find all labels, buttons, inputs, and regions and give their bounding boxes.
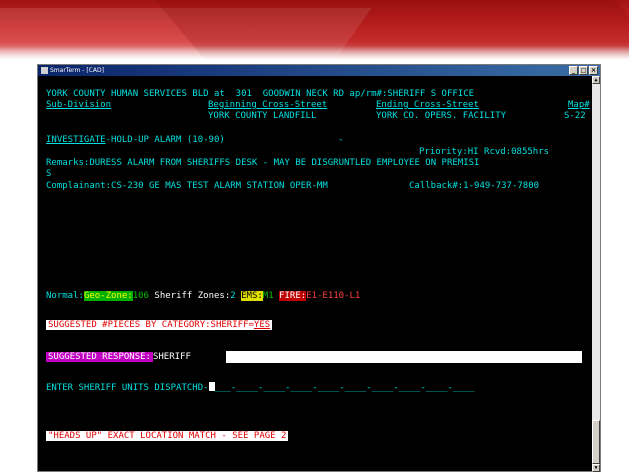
- investigate-link[interactable]: INVESTIGATE: [46, 135, 106, 145]
- suggested-response-line: SUGGESTED RESPONSE: SHERIFF: [46, 352, 191, 363]
- suggested-pieces-label: SUGGESTED #PIECES BY CATEGORY:SHERIFF=: [48, 320, 254, 330]
- remarks-line: Remarks:DURESS ALARM FROM SHERIFFS DESK …: [46, 158, 480, 168]
- minimize-button[interactable]: _: [569, 66, 578, 75]
- call-type-text: -HOLD-UP ALARM (10-90): [105, 135, 225, 145]
- callback-number: Callback#:1-949-737-7800: [409, 181, 540, 191]
- suggested-response-field[interactable]: [226, 351, 582, 363]
- vertical-scrollbar[interactable]: ▲ ▼: [592, 76, 600, 472]
- maximize-button[interactable]: □: [579, 66, 588, 75]
- window-title: SmarTerm - [CAD]: [50, 67, 104, 74]
- geo-zone-label: Geo-Zone:: [83, 291, 133, 301]
- unit-slots-input[interactable]: ___-____-____-____-____-____-____-____-_…: [215, 383, 475, 393]
- map-label: Map#: [568, 100, 590, 110]
- beginning-cross-label: Beginning Cross-Street: [208, 100, 328, 110]
- complainant-line: Complainant:CS-230 GE MAS TEST ALARM STA…: [46, 181, 328, 191]
- map-value: S-22: [564, 111, 586, 121]
- slide-banner: [0, 0, 629, 60]
- cross-street-header: Sub-Division: [46, 100, 111, 111]
- suggested-pieces-value: YES: [253, 320, 271, 330]
- suggested-response-value: SHERIFF: [152, 352, 191, 362]
- subdivision-label: Sub-Division: [46, 100, 112, 110]
- fire-value: E1-E110-L1: [306, 291, 361, 301]
- title-bar[interactable]: SmarTerm - [CAD] _ □ ×: [38, 65, 600, 76]
- sheriff-zones-value: 2: [230, 291, 236, 301]
- terminal-window: SmarTerm - [CAD] _ □ × YORK COUNTY HUMAN…: [37, 64, 601, 472]
- close-button[interactable]: ×: [589, 66, 598, 75]
- ending-cross-label: Ending Cross-Street: [376, 100, 479, 110]
- ems-value: M1: [262, 291, 274, 301]
- geo-zone-value: 106: [132, 291, 149, 301]
- address-line: YORK COUNTY HUMAN SERVICES BLD at 301 GO…: [46, 89, 475, 99]
- enter-units-label: ENTER SHERIFF UNITS DISPATCHD-: [46, 383, 209, 393]
- banner-fade: [0, 46, 629, 60]
- heads-up-line: "HEADS UP" EXACT LOCATION MATCH - SEE PA…: [46, 431, 289, 442]
- enter-units-line: ENTER SHERIFF UNITS DISPATCHD- ___-____-_…: [46, 382, 475, 394]
- scroll-thumb[interactable]: [592, 420, 600, 464]
- suggested-pieces-line: SUGGESTED #PIECES BY CATEGORY:SHERIFF=YE…: [46, 320, 273, 331]
- window-controls: _ □ ×: [569, 66, 598, 75]
- ems-label: EMS:: [241, 291, 263, 301]
- call-type-dash: -: [338, 135, 344, 145]
- beginning-cross-value: YORK COUNTY LANDFILL: [208, 111, 317, 121]
- priority-line: Priority:HI Rcvd:0855hrs: [419, 147, 550, 157]
- call-type-line: INVESTIGATE-HOLD-UP ALARM (10-90): [46, 135, 225, 146]
- normal-label: Normal:: [46, 291, 84, 301]
- zones-line: Normal:Geo-Zone:106 Sheriff Zones:2 EMS:…: [46, 291, 360, 302]
- ending-cross-value: YORK CO. OPERS. FACILITY: [376, 111, 507, 121]
- scroll-down-arrow-icon[interactable]: ▼: [592, 464, 600, 472]
- suggested-pieces-box: SUGGESTED #PIECES BY CATEGORY:SHERIFF=YE…: [46, 320, 273, 330]
- fire-label: FIRE:: [279, 291, 307, 301]
- scroll-up-arrow-icon[interactable]: ▲: [592, 76, 600, 84]
- suggested-response-label: SUGGESTED RESPONSE:: [46, 352, 153, 362]
- sheriff-zones-label: Sheriff Zones:: [154, 291, 231, 301]
- heads-up-alert: "HEADS UP" EXACT LOCATION MATCH - SEE PA…: [46, 431, 289, 441]
- app-icon: [41, 67, 48, 74]
- remarks-line-continued: S: [46, 169, 52, 179]
